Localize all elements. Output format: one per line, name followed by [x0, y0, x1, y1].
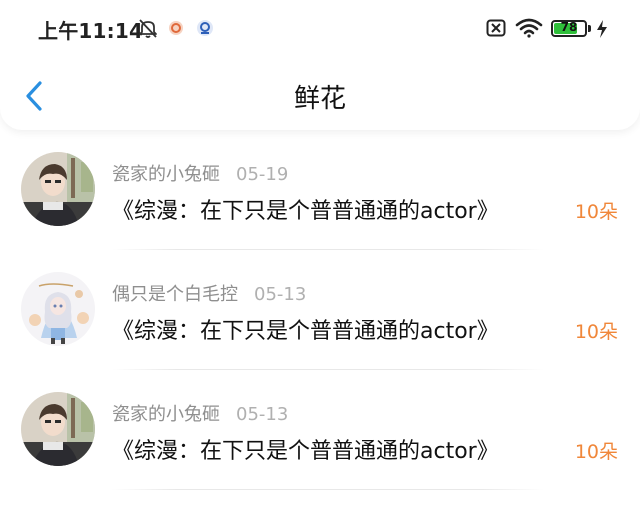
- divider: [112, 489, 544, 490]
- list-item[interactable]: 瓷家的小兔砸 05-19 《综漫：在下只是个普普通通的actor》 10朵: [0, 130, 640, 250]
- page: 上午11:14 78 鲜花 瓷家的小兔砸 05-19 《综漫：在下只是个普普通通…: [0, 0, 640, 511]
- page-title: 鲜花: [293, 84, 346, 114]
- anime-girl-avatar-icon: [21, 272, 95, 346]
- bell-off-icon: [137, 17, 159, 43]
- flower-count: 10朵: [574, 441, 618, 463]
- book-title[interactable]: 《综漫：在下只是个普普通通的actor》: [112, 433, 499, 465]
- battery-level: 78: [560, 20, 578, 34]
- avatar[interactable]: [21, 272, 95, 346]
- battery-icon: 78: [551, 20, 587, 37]
- item-date: 05-13: [236, 404, 289, 425]
- flower-count: 10朵: [574, 321, 618, 343]
- avatar[interactable]: [21, 392, 95, 466]
- avatar[interactable]: [21, 152, 95, 226]
- user-name[interactable]: 偶只是个白毛控: [112, 284, 238, 305]
- item-meta: 瓷家的小兔砸 05-19: [112, 160, 288, 186]
- flower-count: 10朵: [574, 201, 618, 223]
- user-name[interactable]: 瓷家的小兔砸: [112, 164, 220, 185]
- item-meta: 瓷家的小兔砸 05-13: [112, 400, 288, 426]
- item-date: 05-13: [254, 284, 307, 305]
- user-name[interactable]: 瓷家的小兔砸: [112, 404, 220, 425]
- sim-off-icon: [486, 19, 506, 41]
- header-card: 上午11:14 78 鲜花: [0, 0, 640, 130]
- app-notification-icon-2: [196, 19, 214, 41]
- item-meta: 偶只是个白毛控 05-13: [112, 280, 306, 306]
- book-title[interactable]: 《综漫：在下只是个普普通通的actor》: [112, 193, 499, 225]
- anime-boy-avatar-icon: [21, 392, 95, 466]
- book-title[interactable]: 《综漫：在下只是个普普通通的actor》: [112, 313, 499, 345]
- list-item[interactable]: 偶只是个白毛控 05-13 《综漫：在下只是个普普通通的actor》 10朵: [0, 250, 640, 370]
- status-time: 上午11:14: [38, 19, 144, 43]
- list-item[interactable]: 瓷家的小兔砸 05-13 《综漫：在下只是个普普通通的actor》 10朵: [0, 370, 640, 490]
- charging-icon: [596, 19, 608, 43]
- status-bar: 上午11:14 78: [0, 0, 640, 60]
- nav-bar: 鲜花: [0, 62, 640, 128]
- item-date: 05-19: [236, 164, 289, 185]
- flower-list: 瓷家的小兔砸 05-19 《综漫：在下只是个普普通通的actor》 10朵 偶只…: [0, 130, 640, 490]
- anime-boy-avatar-icon: [21, 152, 95, 226]
- battery-tip: [588, 25, 591, 32]
- wifi-icon: [515, 18, 543, 42]
- app-notification-icon: [168, 20, 184, 40]
